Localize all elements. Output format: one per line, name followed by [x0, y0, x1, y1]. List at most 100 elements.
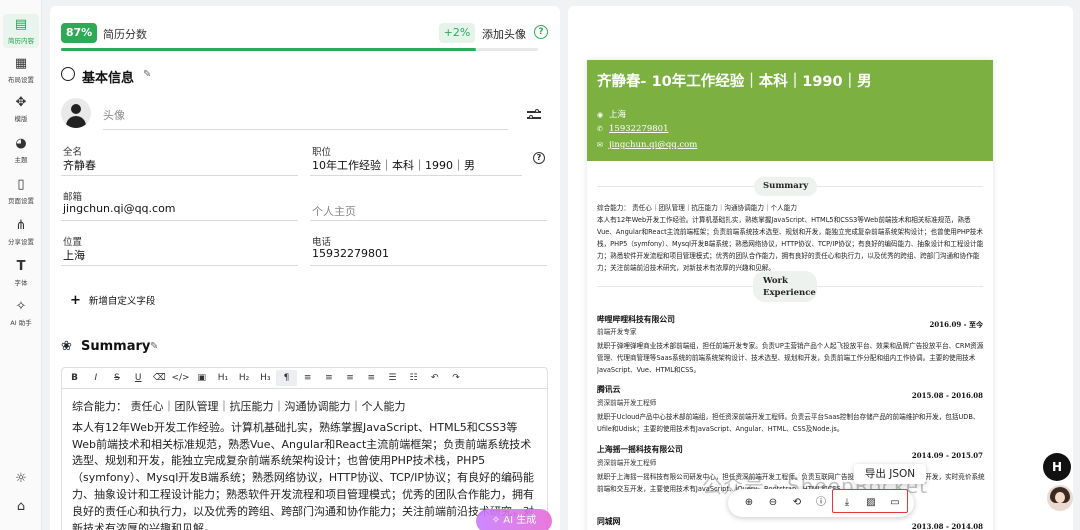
field-value: jingchun.qi@qq.com: [63, 202, 176, 215]
phone-text: 15932279801: [609, 124, 669, 134]
bold-button[interactable]: B: [64, 370, 85, 386]
reset-icon[interactable]: ⟲: [790, 496, 804, 510]
align-right-button[interactable]: ≡: [339, 370, 360, 386]
code-button[interactable]: </>: [170, 370, 191, 386]
align-center-button[interactable]: ≡: [318, 370, 339, 386]
brand-logo[interactable]: H: [1043, 453, 1071, 481]
clear-format-button[interactable]: ⌫: [149, 370, 170, 386]
avatar-field[interactable]: 头像: [103, 104, 508, 130]
home-icon: ⌂: [16, 499, 26, 514]
ai-generate-label: AI 生成: [503, 515, 537, 526]
summary-editor[interactable]: 综合能力： 责任心｜团队管理｜抗压能力｜沟通协调能力｜个人能力 本人有12年We…: [61, 389, 548, 530]
fullname-field[interactable]: 全名 齐静春: [61, 144, 298, 176]
export-json-tooltip[interactable]: 导出 JSON: [854, 464, 926, 484]
heading3-button[interactable]: H₃: [255, 370, 276, 386]
ai-sparkle-icon: ✧: [491, 515, 504, 526]
summary-text: 综合能力： 责任心｜团队管理｜抗压能力｜沟通协调能力｜个人能力 本人有12年We…: [597, 204, 984, 272]
sidebar-item-theme[interactable]: ◕ 主题: [0, 136, 42, 165]
field-value: 上海: [63, 249, 85, 262]
sidebar-item-template[interactable]: ✥ 模版: [0, 95, 42, 124]
heading2-button[interactable]: H₂: [234, 370, 255, 386]
sidebar-item-label: 布局设置: [8, 76, 34, 84]
strike-button[interactable]: S: [106, 370, 127, 386]
zoom-out-icon[interactable]: ⊖: [766, 496, 780, 510]
align-left-button[interactable]: ≡: [297, 370, 318, 386]
heading1-button[interactable]: H₁: [212, 370, 233, 386]
summary-icon: ❀: [61, 339, 72, 354]
help-icon[interactable]: ?: [533, 152, 545, 164]
position-field[interactable]: 职位 10年工作经验｜本科｜1990｜男: [310, 144, 522, 176]
resume-name: 齐静春- 10年工作经验｜本科｜1990｜男: [597, 74, 872, 90]
bullet-list-button[interactable]: ☰: [382, 370, 403, 386]
job-date: 2015.08 - 2016.08: [911, 391, 983, 400]
paragraph-button[interactable]: ¶: [275, 370, 298, 386]
settings-sliders-icon[interactable]: [527, 109, 541, 121]
ordered-list-button[interactable]: ☷: [403, 370, 424, 386]
sidebar-item-page-settings[interactable]: ▯ 页面设置: [0, 177, 42, 206]
home-button[interactable]: ⌂: [0, 500, 42, 514]
summary-paragraph: 综合能力： 责任心｜团队管理｜抗压能力｜沟通协调能力｜个人能力: [72, 400, 406, 413]
resume-email[interactable]: ✉ jingchun.qi@qq.com: [597, 140, 697, 150]
summary-paragraph: 本人有12年Web开发工作经验。计算机基础扎实，熟练掌握JavaScript、H…: [72, 420, 534, 530]
avatar[interactable]: [61, 98, 91, 128]
field-label: 电话: [312, 237, 332, 248]
homepage-field[interactable]: 个人主页: [310, 189, 547, 221]
field-value: 10年工作经验｜本科｜1990｜男: [312, 159, 475, 172]
user-avatar[interactable]: [1047, 485, 1073, 511]
bonus-tip-label: 添加头像: [482, 28, 526, 41]
undo-button[interactable]: ↶: [424, 370, 445, 386]
sidebar-item-label: 字体: [14, 279, 28, 287]
score-progress-bar: [61, 48, 538, 51]
sidebar-item-ai-assistant[interactable]: ✧ AI 助手: [0, 299, 42, 328]
job-company: 同城网: [597, 517, 621, 526]
field-label: 全名: [63, 147, 83, 158]
work-experience-heading: Work Experience: [753, 271, 817, 302]
sidebar-item-label: 页面设置: [8, 197, 34, 205]
job-role: 前端开发专家: [597, 328, 637, 336]
editor-panel: 87% 简历分数 +2% 添加头像 ? 基本信息 ✎ 头像 全名 齐静春 职位 …: [50, 6, 560, 530]
underline-button[interactable]: U: [128, 370, 149, 386]
add-custom-field-label: 新增自定义字段: [88, 296, 156, 307]
phone-field[interactable]: 电话 15932279801: [310, 234, 547, 266]
resume-phone[interactable]: ✆ 15932279801: [597, 124, 669, 134]
job-company: 上海摇一摇科技有限公司: [597, 445, 683, 454]
align-justify-button[interactable]: ≡: [361, 370, 382, 386]
score-progress-fill: [61, 48, 476, 51]
email-text: jingchun.qi@qq.com: [609, 140, 698, 150]
page-settings-icon: ▯: [17, 177, 25, 192]
heading-line: Experience: [763, 288, 816, 298]
summary-heading: Summary: [754, 177, 818, 196]
resume-score-label: 简历分数: [103, 28, 147, 41]
palette-icon: ◕: [15, 136, 27, 151]
template-icon: ✥: [15, 95, 27, 110]
export-highlight-box: [832, 489, 908, 513]
share-icon: ⋔: [15, 218, 27, 233]
job-description: 就职于弹哩弹哩商业技术部前端组，担任前端开发专家。负责UP主营销产品个人起飞投放…: [597, 342, 984, 375]
theme-toggle-button[interactable]: ☼: [0, 472, 42, 486]
ai-generate-button[interactable]: ✧ AI 生成: [476, 509, 552, 530]
info-icon[interactable]: ⓘ: [814, 496, 828, 510]
document-list-icon: ▤: [14, 17, 28, 32]
italic-button[interactable]: I: [85, 370, 106, 386]
sidebar-item-resume-content[interactable]: ▤ 简历内容: [3, 14, 39, 48]
sidebar-item-layout[interactable]: ▦ 布局设置: [0, 57, 42, 85]
sidebar-item-share[interactable]: ⋔ 分享设置: [0, 218, 42, 247]
field-placeholder: 个人主页: [312, 205, 356, 218]
sidebar: ▤ 简历内容 ▦ 布局设置 ✥ 模版 ◕ 主题 ▯ 页面设置 ⋔ 分享设置 T …: [0, 0, 42, 530]
ai-sparkle-icon: ✧: [15, 299, 27, 314]
job-date: 2013.08 - 2014.08: [911, 522, 983, 530]
zoom-in-icon[interactable]: ⊕: [742, 496, 756, 510]
add-custom-field-button[interactable]: + 新增自定义字段: [70, 293, 155, 308]
location-pin-icon: ◉: [597, 111, 604, 119]
field-value: 齐静春: [63, 159, 96, 172]
help-icon[interactable]: ?: [534, 25, 548, 39]
edit-pencil-icon[interactable]: ✎: [150, 341, 158, 352]
location-field[interactable]: 位置 上海: [61, 234, 298, 266]
edit-pencil-icon[interactable]: ✎: [143, 69, 151, 80]
code-block-button[interactable]: ▣: [191, 370, 212, 386]
email-field[interactable]: 邮箱 jingchun.qi@qq.com: [61, 189, 298, 221]
redo-button[interactable]: ↷: [445, 370, 466, 386]
sidebar-item-font[interactable]: T 字体: [0, 260, 42, 288]
basic-info-title: 基本信息: [82, 71, 135, 86]
rich-text-toolbar: B I S U ⌫ </> ▣ H₁ H₂ H₃ ¶ ≡ ≡ ≡ ≡ ☰ ☷ ↶…: [61, 367, 548, 389]
